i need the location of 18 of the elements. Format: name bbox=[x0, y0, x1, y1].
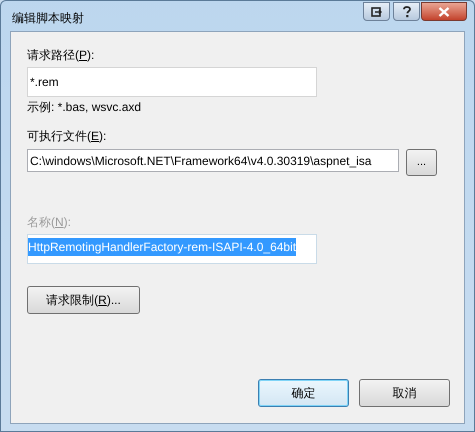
restrictions-button[interactable]: 请求限制(R)... bbox=[27, 286, 140, 314]
close-icon bbox=[438, 6, 450, 16]
field-value: HttpRemotingHandlerFactory-rem-ISAPI-4.0_64bit bbox=[28, 238, 296, 256]
restore-button[interactable] bbox=[363, 2, 390, 21]
window-title: 编辑脚本映射 bbox=[12, 10, 84, 27]
input-field[interactable]: *.rem bbox=[27, 67, 317, 97]
dialog-button[interactable]: 确定 bbox=[258, 379, 349, 407]
hint-text: 示例: *.bas, wsvc.axd bbox=[27, 99, 142, 115]
help-button[interactable] bbox=[393, 2, 420, 21]
help-icon bbox=[402, 6, 410, 18]
field-label: 请求路径(P): bbox=[27, 47, 94, 63]
field-label: 可执行文件(E): bbox=[27, 128, 106, 144]
restore-icon bbox=[371, 6, 382, 16]
close-button[interactable] bbox=[421, 2, 467, 21]
browse-button[interactable]: ... bbox=[406, 149, 437, 176]
input-field[interactable]: C:\windows\Microsoft.NET\Framework64\v4.0.30319\aspnet_isa bbox=[27, 149, 399, 172]
dialog-button[interactable]: 取消 bbox=[359, 379, 450, 407]
field-label: 名称(N): bbox=[27, 214, 72, 230]
